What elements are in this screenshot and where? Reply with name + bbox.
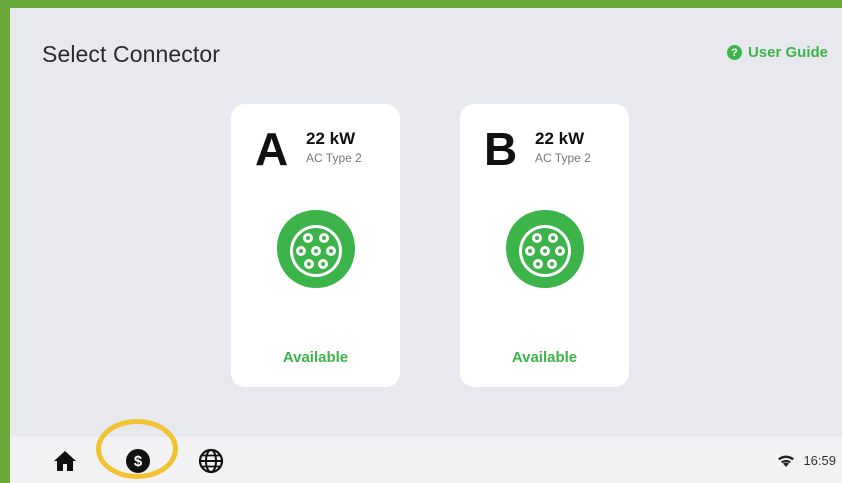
globe-icon[interactable] (198, 448, 224, 474)
user-guide-label: User Guide (747, 44, 828, 61)
help-icon: ? (726, 45, 742, 60)
connector-status: Available (511, 349, 578, 366)
connector-card-b[interactable]: B 22 kW AC Type 2 Available (460, 104, 629, 387)
app-frame: Select Connector ? User Guide (0, 0, 842, 483)
connector-power: 22 kW (535, 129, 585, 148)
type2-plug-icon (277, 210, 355, 288)
svg-text:$: $ (134, 453, 143, 470)
connector-letter: B (484, 123, 518, 175)
dollar-icon[interactable]: $ (125, 448, 151, 474)
connector-power: 22 kW (306, 129, 356, 148)
connector-letter: A (255, 123, 289, 175)
connector-type: AC Type 2 (535, 151, 591, 165)
connector-type: AC Type 2 (306, 151, 362, 165)
system-status: 16:59 (777, 453, 836, 468)
connector-card-a[interactable]: A 22 kW AC Type 2 Available (231, 104, 400, 387)
type2-plug-icon (506, 210, 584, 288)
clock-time: 16:59 (803, 453, 836, 468)
user-guide-button[interactable]: ? User Guide (726, 44, 828, 61)
bottom-navigation-bar: $ 16:59 (10, 437, 842, 483)
home-icon[interactable] (52, 448, 78, 474)
connector-status: Available (282, 349, 349, 366)
wifi-icon (778, 455, 795, 467)
page-title: Select Connector (42, 41, 221, 67)
